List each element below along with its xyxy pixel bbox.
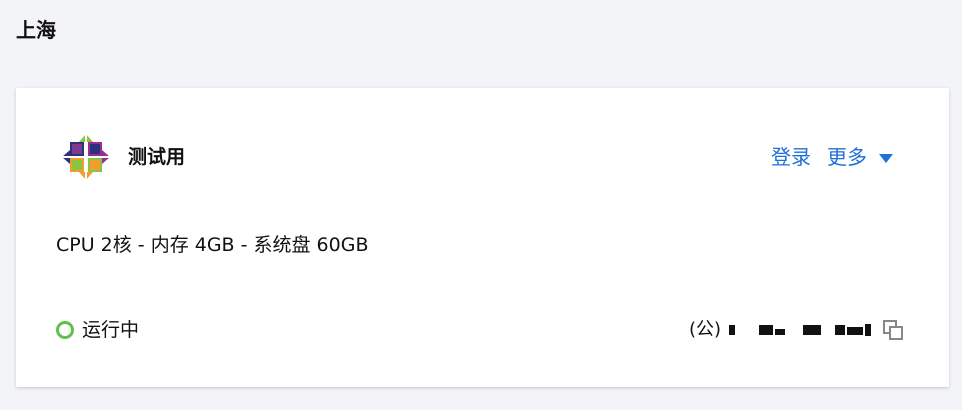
status-text: 运行中 [82, 319, 140, 341]
status-indicator-icon [56, 321, 74, 339]
instance-status: 运行中 [56, 317, 139, 343]
ip-redacted-value [725, 321, 877, 339]
more-label: 更多 [827, 145, 867, 169]
caret-down-icon [879, 153, 893, 163]
copy-icon[interactable] [881, 318, 905, 342]
instance-actions: 登录 更多 [771, 145, 893, 169]
instance-card: 测试用 登录 更多 CPU 2核 - 内存 4GB - 系统盘 60GB 运行中… [16, 88, 949, 387]
public-ip: (公) [689, 317, 905, 343]
region-title: 上海 [16, 18, 56, 42]
login-button[interactable]: 登录 [771, 145, 811, 169]
more-dropdown[interactable]: 更多 [827, 145, 893, 169]
instance-specs: CPU 2核 - 内存 4GB - 系统盘 60GB [56, 234, 369, 256]
centos-logo-icon [56, 128, 116, 186]
ip-label: (公) [688, 319, 721, 340]
instance-header: 测试用 登录 更多 [56, 128, 893, 186]
instance-name[interactable]: 测试用 [128, 145, 185, 169]
